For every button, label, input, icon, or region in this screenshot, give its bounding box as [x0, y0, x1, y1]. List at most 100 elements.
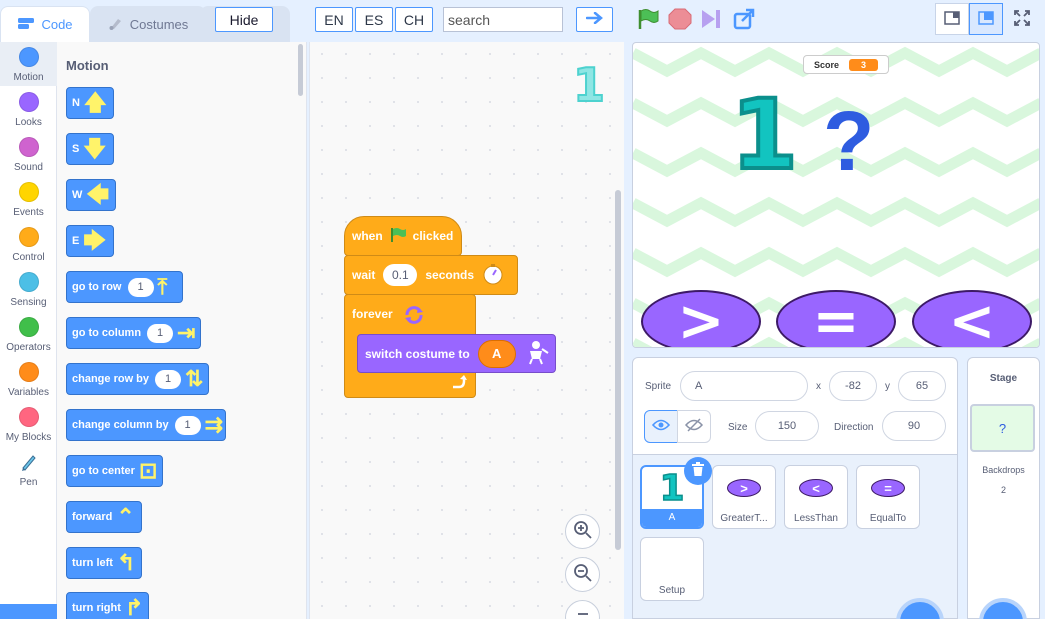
stop-icon[interactable] [668, 8, 692, 30]
sprite-thumb-label: GreaterT... [720, 513, 768, 524]
category-control[interactable]: Control [0, 222, 57, 266]
zoom-in-button[interactable] [565, 514, 600, 549]
direction-label: Direction [834, 422, 874, 433]
change-column-value-input[interactable]: 1 [174, 415, 201, 435]
row-value-input[interactable]: 1 [127, 277, 154, 297]
costume-dropdown[interactable]: A [477, 339, 516, 368]
category-events[interactable]: Events [0, 177, 57, 221]
x-label: x [816, 381, 821, 392]
change-row-value-input[interactable]: 1 [155, 369, 182, 389]
hide-sprite-button[interactable] [677, 410, 711, 443]
block-forward[interactable]: forward ⌃ [66, 501, 142, 533]
sensing-dot-icon [18, 272, 39, 292]
score-value: 3 [849, 58, 879, 71]
sprite-thumb-glyph: > [727, 479, 761, 497]
loop-arrows-icon [403, 304, 425, 329]
block-north[interactable]: N 🡅 [66, 87, 114, 119]
sprite-thumb-glyph: = [871, 479, 905, 497]
block-west[interactable]: W 🡄 [66, 179, 116, 211]
category-pen[interactable]: Pen [0, 447, 57, 491]
lang-es-button[interactable]: ES [355, 7, 393, 32]
block-east[interactable]: E 🡆 [66, 225, 114, 257]
hat-when-label: when [352, 229, 383, 243]
block-change-row-by[interactable]: change row by 1 ⇅ [66, 363, 209, 395]
sprite-thumb-setup[interactable]: Setup [640, 537, 704, 601]
green-flag-icon [389, 227, 407, 246]
palette-scrollbar[interactable] [298, 44, 303, 96]
score-monitor: Score 3 [803, 55, 889, 74]
wait-block[interactable]: wait 0.1 seconds [344, 255, 518, 295]
motion-dot-icon [18, 47, 39, 67]
category-sensing[interactable]: Sensing [0, 267, 57, 311]
block-south[interactable]: S 🡇 [66, 133, 114, 165]
category-my-blocks[interactable]: My Blocks [0, 402, 57, 446]
hide-button[interactable]: Hide [215, 7, 273, 32]
block-change-column-by[interactable]: change column by 1 ⇉ [66, 409, 226, 441]
greater-than-button[interactable]: > [641, 289, 761, 347]
extension-button[interactable] [0, 604, 57, 619]
small-stage-icon [944, 10, 960, 28]
center-target-icon: ⊡ [138, 458, 158, 483]
step-icon[interactable] [700, 8, 724, 30]
search-input[interactable] [443, 7, 563, 32]
sprite-thumb-equal-to[interactable]: = EqualTo [856, 465, 920, 529]
column-value-input[interactable]: 1 [147, 323, 174, 343]
hat-clicked-label: clicked [412, 229, 454, 243]
workspace-scrollbar[interactable] [615, 190, 621, 550]
sprite-thumb-greater-than[interactable]: > GreaterT... [712, 465, 776, 529]
category-variables[interactable]: Variables [0, 357, 57, 401]
block-go-to-column[interactable]: go to column 1 ⇥ [66, 317, 201, 349]
y-position-input[interactable]: 65 [898, 371, 946, 401]
zoom-in-icon [573, 520, 593, 543]
zoom-out-button[interactable] [565, 557, 600, 592]
share-icon[interactable] [733, 8, 757, 30]
lang-ch-button[interactable]: CH [395, 7, 433, 32]
category-sound[interactable]: Sound [0, 132, 57, 176]
sprite-name-input[interactable]: A [680, 371, 808, 401]
sprite-thumb-less-than[interactable]: < LessThan [784, 465, 848, 529]
stage-thumbnail[interactable]: ? [970, 404, 1035, 452]
sprite-thumb-label: EqualTo [869, 513, 907, 524]
brush-icon [108, 15, 124, 34]
arrow-right-icon [585, 11, 604, 27]
less-than-button[interactable]: < [912, 289, 1032, 347]
x-position-input[interactable]: -82 [829, 371, 877, 401]
fullscreen-button[interactable] [1005, 3, 1039, 35]
normal-stage-button[interactable] [969, 3, 1003, 35]
stage-number-sprite[interactable]: 1 [729, 80, 800, 189]
stage-panel-title: Stage [989, 373, 1018, 384]
trash-icon [691, 462, 705, 480]
arrow-up-icon: 🡅 [83, 90, 107, 115]
tab-code[interactable]: Code [0, 6, 90, 42]
delete-sprite-button[interactable] [684, 457, 712, 485]
stage-canvas[interactable]: Score 3 1 ? > = < [632, 42, 1040, 348]
switch-costume-block[interactable]: switch costume to A [357, 334, 556, 373]
green-flag-icon[interactable] [636, 8, 660, 30]
when-flag-clicked-block[interactable]: when clicked [344, 216, 462, 256]
block-go-to-center[interactable]: go to center ⊡ [66, 455, 163, 487]
arrow-down-icon: 🡇 [83, 136, 106, 161]
events-dot-icon [18, 182, 39, 202]
block-go-to-row[interactable]: go to row 1 ⤒ [66, 271, 183, 303]
block-turn-right[interactable]: turn right ↱ [66, 592, 149, 619]
y-label: y [885, 381, 890, 392]
tab-costumes[interactable]: Costumes [90, 6, 206, 42]
search-go-button[interactable] [576, 7, 613, 32]
category-motion[interactable]: Motion [0, 42, 57, 86]
size-input[interactable]: 150 [755, 411, 819, 441]
equal-to-button[interactable]: = [776, 289, 896, 347]
variables-dot-icon [18, 362, 39, 382]
category-looks[interactable]: Looks [0, 87, 57, 131]
small-stage-button[interactable] [935, 3, 969, 35]
turn-right-icon: ↱ [124, 595, 144, 619]
category-operators[interactable]: Operators [0, 312, 57, 356]
loop-return-icon [451, 375, 467, 392]
double-chevron-up-icon: ⌃ [116, 504, 135, 529]
block-turn-left[interactable]: turn left ↰ [66, 547, 142, 579]
lang-en-button[interactable]: EN [315, 7, 353, 32]
arrow-right-icon: 🡆 [83, 228, 107, 253]
change-row-icon: ⇅ [185, 366, 204, 391]
wait-seconds-input[interactable]: 0.1 [383, 264, 418, 286]
show-sprite-button[interactable] [644, 410, 678, 443]
direction-input[interactable]: 90 [882, 411, 946, 441]
